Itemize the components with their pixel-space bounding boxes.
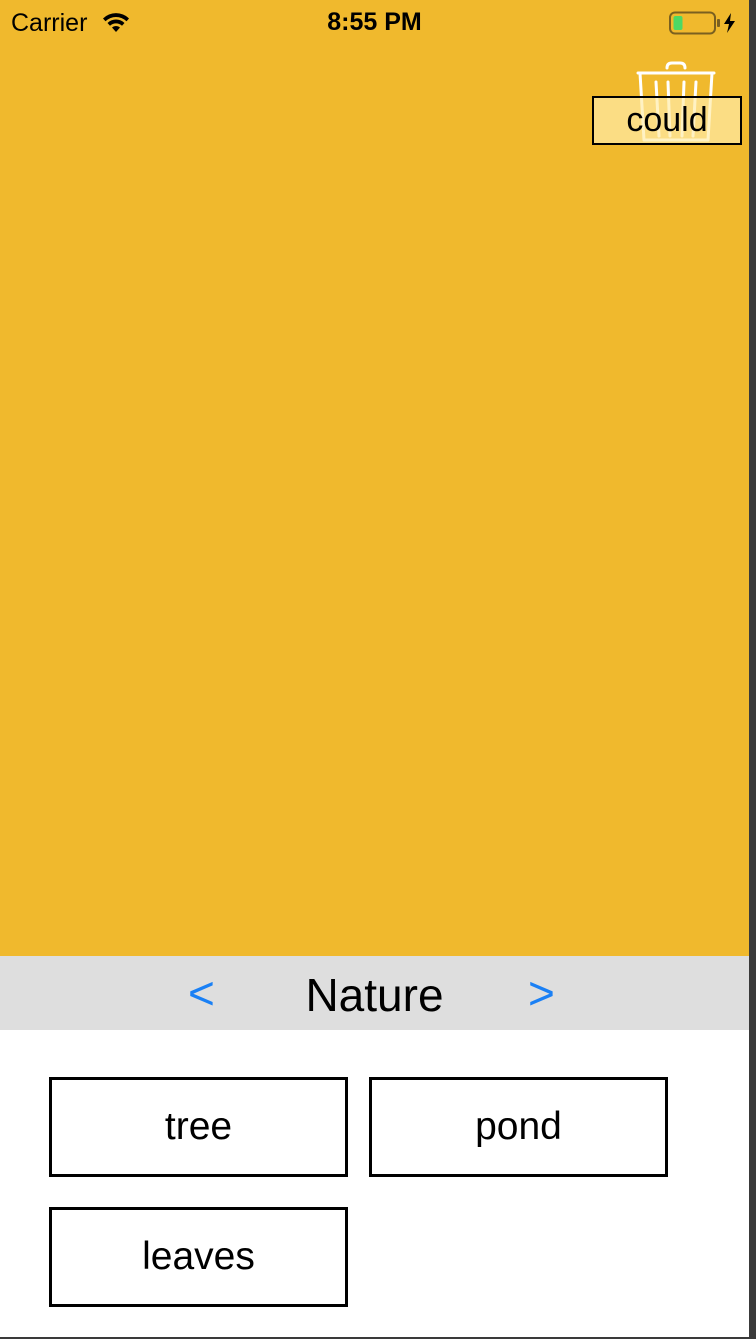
category-title: Nature: [305, 969, 444, 1021]
category-bar: < Nature >: [0, 956, 749, 1030]
word-tile[interactable]: tree: [49, 1077, 348, 1177]
app-screen: Carrier 8:55 PM could < Nature > tree po…: [0, 0, 756, 1339]
dragged-word-tile[interactable]: could: [592, 96, 742, 145]
status-bar: Carrier 8:55 PM: [0, 0, 749, 46]
status-time: 8:55 PM: [327, 8, 422, 36]
word-tile[interactable]: pond: [369, 1077, 668, 1177]
word-tile[interactable]: leaves: [49, 1207, 348, 1307]
next-category-button[interactable]: >: [528, 966, 555, 1020]
battery-icon: [669, 11, 735, 35]
